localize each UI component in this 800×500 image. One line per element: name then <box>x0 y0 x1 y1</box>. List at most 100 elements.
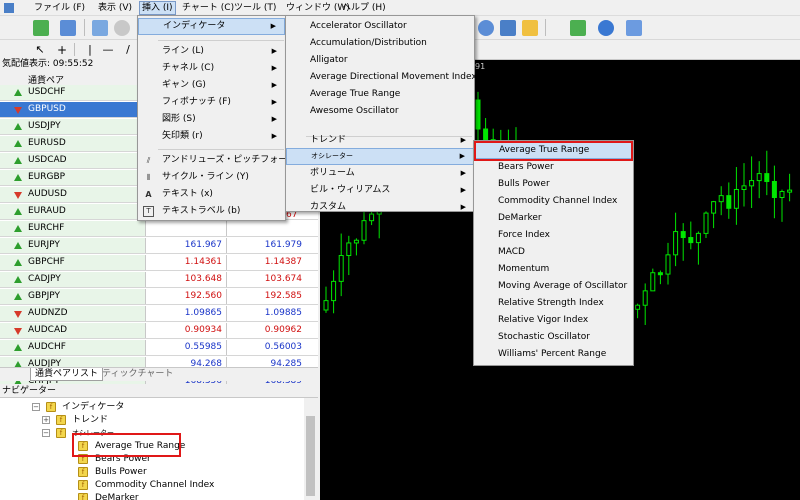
symbol-cell[interactable]: EURUSD <box>0 136 146 151</box>
symbol-cell[interactable]: EURCHF <box>0 221 146 236</box>
zoom-icon[interactable] <box>478 20 494 36</box>
expand-icon[interactable]: + <box>42 416 50 424</box>
symbol-cell[interactable]: AUDNZD <box>0 306 146 321</box>
table-row[interactable]: AUDCAD 0.90934 0.90962 <box>0 323 318 339</box>
collapse-icon[interactable]: − <box>42 429 50 437</box>
menu-chart[interactable]: チャート (C) <box>180 1 236 15</box>
menu-item-text-label[interactable]: T テキストラベル (b) <box>138 203 285 220</box>
menu-item-oscillator[interactable]: Commodity Channel Index <box>474 193 633 210</box>
horizontal-line-icon[interactable]: — <box>100 42 116 58</box>
menu-item-label: Awesome Oscillator <box>310 106 399 116</box>
tile-windows-icon[interactable] <box>500 20 516 36</box>
menu-item-andrews-pitchfork[interactable]: ⫽ アンドリューズ・ピッチフォーク (A) <box>138 152 313 169</box>
menu-item-indicator[interactable]: Accelerator Oscillator <box>286 18 474 35</box>
symbol-label: EURGBP <box>28 172 66 182</box>
new-chart-icon[interactable] <box>33 20 49 36</box>
menu-item-oscillator[interactable]: Stochastic Oscillator <box>474 329 633 346</box>
price-down-icon <box>14 328 22 335</box>
market-watch-icon[interactable] <box>92 20 108 36</box>
tab-tick-chart[interactable]: ティックチャート <box>98 368 177 381</box>
symbol-cell[interactable]: GBPCHF <box>0 255 146 270</box>
symbol-label: AUDUSD <box>28 189 67 199</box>
indicators-icon[interactable] <box>570 20 586 36</box>
menu-item-text[interactable]: A テキスト (x) <box>138 186 285 203</box>
vertical-line-icon[interactable]: | <box>82 42 98 58</box>
table-row[interactable]: GBPCHF 1.14361 1.14387 <box>0 255 318 271</box>
symbol-label: GBPJPY <box>28 291 60 301</box>
menu-item-oscillator[interactable]: DeMarker <box>474 210 633 227</box>
menu-item-indicators[interactable]: インディケータ ▶ <box>138 18 285 35</box>
chart-shift-icon[interactable] <box>522 20 538 36</box>
table-row[interactable]: EURCHF <box>0 221 318 237</box>
menu-item-oscillators[interactable]: オシレーター ▶ <box>286 148 474 165</box>
menu-item-indicator[interactable]: Alligator <box>286 52 474 69</box>
menu-item-oscillator[interactable]: Force Index <box>474 227 633 244</box>
symbol-cell[interactable]: EURAUD <box>0 204 146 219</box>
menu-item-oscillator[interactable]: Momentum <box>474 261 633 278</box>
cursor-icon[interactable]: ↖ <box>32 42 48 58</box>
templates-icon[interactable] <box>626 20 642 36</box>
symbol-cell[interactable]: AUDCAD <box>0 323 146 338</box>
menu-help[interactable]: ヘルプ (H) <box>340 1 388 15</box>
menu-item-volumes[interactable]: ボリューム ▶ <box>286 165 474 182</box>
navigator-scrollbar[interactable] <box>304 398 318 500</box>
menu-tools[interactable]: ツール (T) <box>232 1 278 15</box>
symbol-cell[interactable]: CADJPY <box>0 272 146 287</box>
tab-symbols[interactable]: 通貨ペアリスト <box>30 368 104 381</box>
menu-item-oscillator[interactable]: Relative Strength Index <box>474 295 633 312</box>
menu-item-trend[interactable]: トレンド ▶ <box>286 132 474 149</box>
table-row[interactable]: AUDCHF 0.55985 0.56003 <box>0 340 318 356</box>
trendline-icon[interactable]: / <box>120 42 136 58</box>
menu-item-gann[interactable]: ギャン (G) ▶ <box>138 77 285 94</box>
symbol-cell[interactable]: AUDCHF <box>0 340 146 355</box>
symbol-cell[interactable]: GBPUSD <box>0 102 146 117</box>
menu-item-shapes[interactable]: 図形 (S) ▶ <box>138 111 285 128</box>
symbol-cell[interactable]: AUDUSD <box>0 187 146 202</box>
menu-view[interactable]: 表示 (V) <box>96 1 134 15</box>
submenu-arrow-icon: ▶ <box>271 115 277 123</box>
menu-item-indicator[interactable]: Accumulation/Distribution <box>286 35 474 52</box>
menu-item-cycle-lines[interactable]: ⦀ サイクル・ライン (Y) <box>138 169 285 186</box>
symbol-cell[interactable]: USDCAD <box>0 153 146 168</box>
submenu-arrow-icon: ▶ <box>271 98 277 106</box>
menu-item-oscillator[interactable]: MACD <box>474 244 633 261</box>
menu-item-indicator[interactable]: Awesome Oscillator <box>286 103 474 120</box>
menu-item-oscillator[interactable]: Bears Power <box>474 159 633 176</box>
menu-item-lines[interactable]: ライン (L) ▶ <box>138 43 285 60</box>
profiles-icon[interactable] <box>60 20 76 36</box>
menu-file[interactable]: ファイル (F) <box>32 1 87 15</box>
periods-icon[interactable] <box>598 20 614 36</box>
table-row[interactable]: EURJPY 161.967 161.979 <box>0 238 318 254</box>
bid-cell: 192.560 <box>147 289 227 304</box>
symbol-cell[interactable]: USDCHF <box>0 85 146 100</box>
collapse-icon[interactable]: − <box>32 403 40 411</box>
tree-label: トレンド <box>72 415 109 425</box>
menu-item-oscillator[interactable]: Williams' Percent Range <box>474 346 633 363</box>
symbol-cell[interactable]: USDJPY <box>0 119 146 134</box>
annotation-box-menu <box>474 141 633 161</box>
menu-item-oscillator[interactable]: Moving Average of Oscillator <box>474 278 633 295</box>
app-icon[interactable] <box>2 1 16 15</box>
crosshair-icon[interactable]: + <box>54 42 70 58</box>
navigator-icon[interactable] <box>114 20 130 36</box>
symbol-cell[interactable]: EURJPY <box>0 238 146 253</box>
menu-item-bill-williams[interactable]: ビル・ウィリアムス ▶ <box>286 182 474 199</box>
menu-item-indicator[interactable]: Average Directional Movement Index <box>286 69 477 86</box>
menu-item-oscillator[interactable]: Bulls Power <box>474 176 633 193</box>
table-row[interactable]: CADJPY 103.648 103.674 <box>0 272 318 288</box>
menu-item-indicator[interactable]: Average True Range <box>286 86 474 103</box>
menu-item-arrows[interactable]: 矢印類 (r) ▶ <box>138 128 285 145</box>
menu-item-oscillator[interactable]: Relative Vigor Index <box>474 312 633 329</box>
table-row[interactable]: GBPJPY 192.560 192.585 <box>0 289 318 305</box>
menu-insert[interactable]: 挿入 (I) <box>139 1 176 15</box>
menu-item-fibonacci[interactable]: フィボナッチ (F) ▶ <box>138 94 285 111</box>
symbol-cell[interactable]: EURGBP <box>0 170 146 185</box>
scrollbar-thumb[interactable] <box>306 416 315 496</box>
symbol-cell[interactable]: GBPJPY <box>0 289 146 304</box>
indicators-submenu: Accelerator Oscillator Accumulation/Distr… <box>285 15 477 212</box>
menu-item-channels[interactable]: チャネル (C) ▶ <box>138 60 285 77</box>
cycle-lines-icon: ⦀ <box>146 173 151 182</box>
menu-item-label: Relative Vigor Index <box>498 315 589 325</box>
table-row[interactable]: AUDNZD 1.09865 1.09885 <box>0 306 318 322</box>
menu-item-custom[interactable]: カスタム ▶ <box>286 199 474 216</box>
